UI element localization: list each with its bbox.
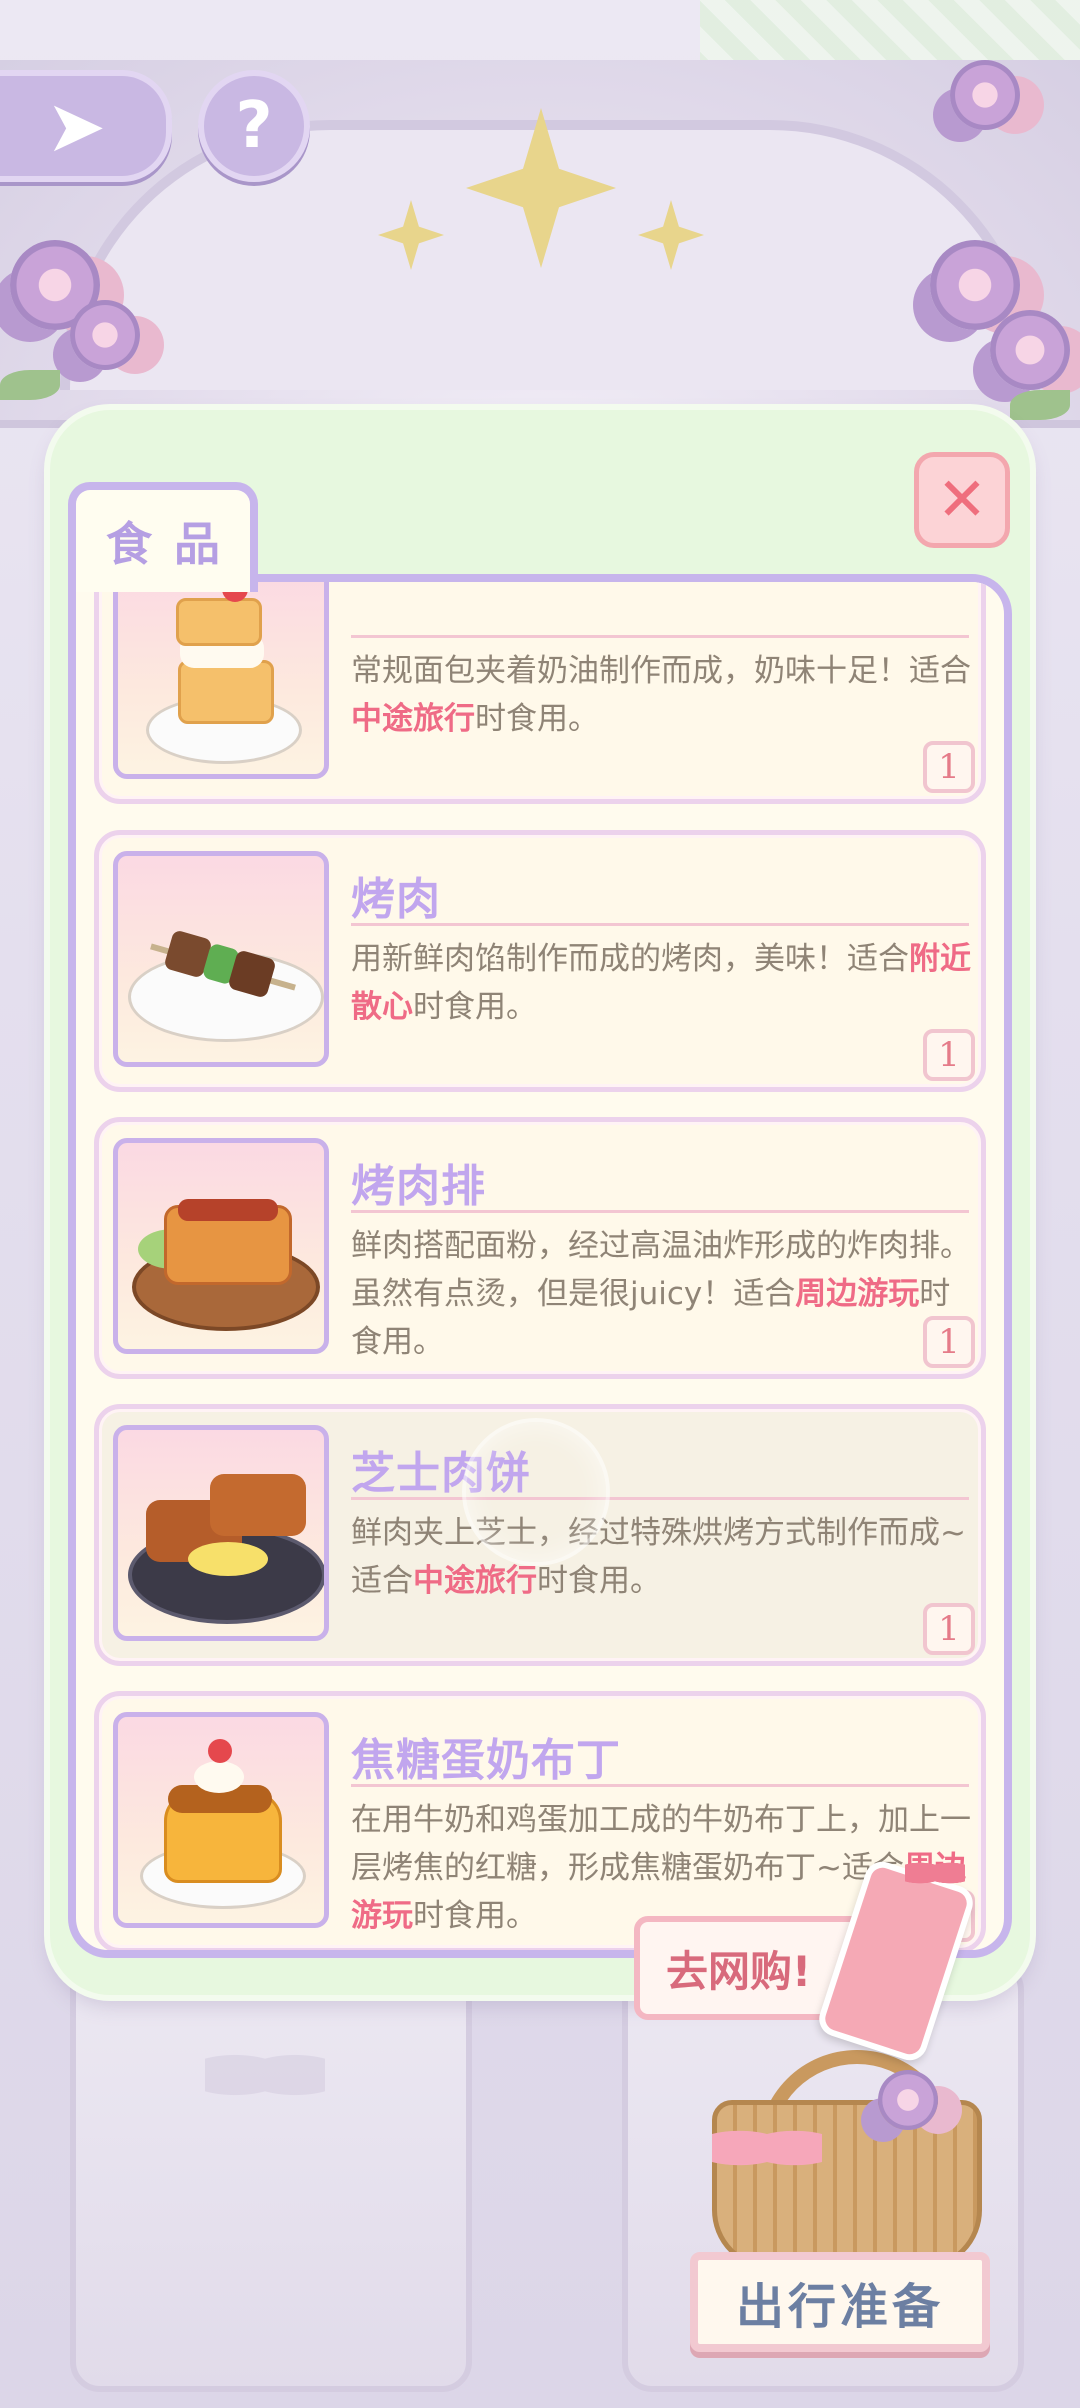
food-name: 烤肉 [351, 874, 441, 925]
flower-decoration-basket [878, 2070, 938, 2130]
depart-prep-button[interactable]: 出行准备 [690, 2252, 990, 2352]
food-item[interactable]: 1 芝士肉饼 鲜肉夹上芝士，经过特殊烘烤方式制作而成~适合中途旅行时食用。 [94, 1404, 986, 1666]
cream-top [194, 1761, 244, 1793]
trip-type-highlight: 中途旅行 [413, 1563, 537, 1599]
close-button[interactable]: ✕ [914, 452, 1010, 548]
food-name: 芝士肉饼 [351, 1448, 531, 1499]
trip-type-highlight: 中途旅行 [351, 701, 475, 737]
bow-icon [712, 2118, 822, 2178]
pudding-icon [113, 1712, 329, 1928]
name-divider [351, 635, 969, 638]
name-divider [351, 923, 969, 926]
tab-food[interactable]: 食品 [68, 482, 258, 592]
quantity-badge: 1 [923, 1603, 975, 1655]
flower-decoration-right [990, 310, 1070, 390]
food-description: 鲜肉搭配面粉，经过高温油炸形成的炸肉排。虽然有点烫，但是很juicy！适合周边游… [351, 1228, 971, 1360]
leaf-decoration [1010, 390, 1070, 420]
tab-food-label: 食品 [106, 517, 242, 571]
quantity-badge: 1 [923, 1029, 975, 1081]
depart-prep-label: 出行准备 [735, 2279, 944, 2335]
food-list[interactable]: 1 常规面包夹着奶油制作而成，奶味十足！适合中途旅行时食用。 1 烤肉 用新鲜肉… [68, 574, 1012, 1958]
close-icon: ✕ [936, 465, 988, 535]
skewer-icon [113, 851, 329, 1067]
food-item[interactable]: 1 烤肉排 鲜肉搭配面粉，经过高温油炸形成的炸肉排。虽然有点烫，但是很juicy… [94, 1117, 986, 1379]
cake-layer [178, 660, 274, 724]
bow-decoration [205, 2040, 325, 2110]
food-item[interactable]: 1 常规面包夹着奶油制作而成，奶味十足！适合中途旅行时食用。 [94, 582, 986, 804]
flower-decoration-left [70, 300, 140, 370]
food-description: 用新鲜肉馅制作而成的烤肉，美味！适合附近散心时食用。 [351, 941, 971, 1025]
trip-type-highlight: 周边游玩 [795, 1276, 920, 1312]
cream-cake-icon [113, 582, 329, 779]
shop-online-label: 去网购! [666, 1946, 812, 1996]
cheese-patty-icon [113, 1425, 329, 1641]
food-name: 烤肉排 [351, 1161, 486, 1212]
flower-decoration-top [950, 60, 1020, 130]
quantity-badge: 1 [923, 741, 975, 793]
back-arrow-icon: ➤ [45, 84, 107, 168]
cake-top [176, 598, 262, 646]
sauce [178, 1199, 278, 1221]
wardrobe-lower-door-left [70, 1960, 472, 2392]
patty [210, 1474, 306, 1536]
food-item[interactable]: 1 烤肉 用新鲜肉馅制作而成的烤肉，美味！适合附近散心时食用。 [94, 830, 986, 1092]
name-divider [351, 1210, 969, 1213]
back-button[interactable]: ➤ [0, 70, 172, 182]
cherry [208, 1739, 232, 1763]
leaf-decoration [0, 370, 60, 400]
cheese [188, 1542, 268, 1576]
bow-icon [905, 1855, 965, 1891]
help-icon: ? [235, 89, 273, 163]
help-button[interactable]: ? [198, 70, 310, 182]
name-divider [351, 1497, 969, 1500]
food-description: 常规面包夹着奶油制作而成，奶味十足！适合中途旅行时食用。 [351, 653, 971, 737]
cutlet-icon [113, 1138, 329, 1354]
food-name: 焦糖蛋奶布丁 [351, 1735, 621, 1786]
name-divider [351, 1784, 969, 1787]
food-description: 鲜肉夹上芝士，经过特殊烘烤方式制作而成~适合中途旅行时食用。 [351, 1515, 966, 1599]
